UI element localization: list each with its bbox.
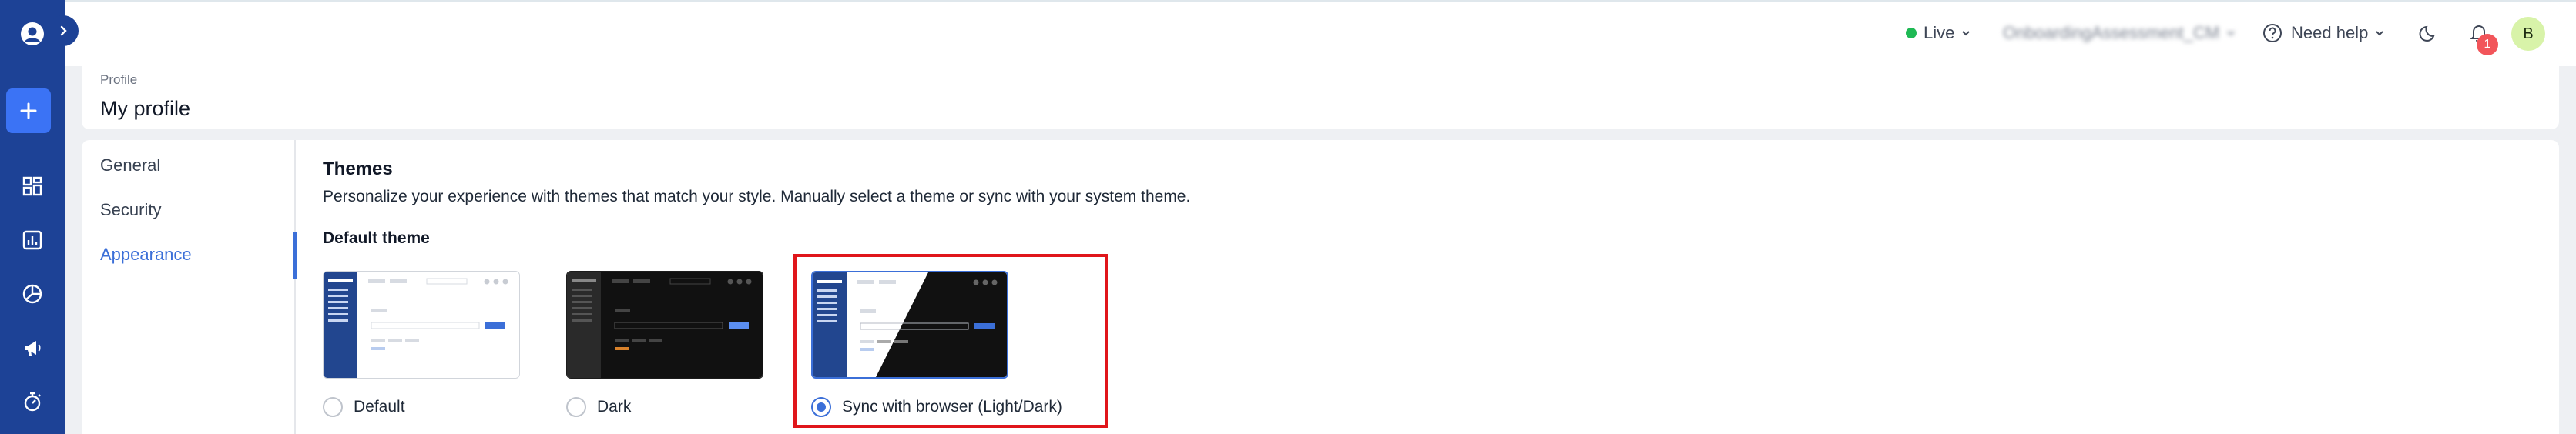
theme-thumbnail-dark[interactable] xyxy=(566,271,763,379)
chevron-down-icon xyxy=(1962,31,1971,36)
stopwatch-icon[interactable] xyxy=(11,380,54,423)
help-icon xyxy=(2263,24,2282,42)
dashboard-icon[interactable] xyxy=(11,165,54,208)
tab-general[interactable]: General xyxy=(100,155,160,175)
environment-selector[interactable]: Live xyxy=(1906,0,1971,66)
dark-mode-toggle[interactable] xyxy=(2419,0,2439,66)
chevron-down-icon xyxy=(2227,31,2235,36)
help-menu[interactable]: Need help xyxy=(2262,0,2385,66)
theme-preview-dark xyxy=(566,271,763,379)
settings-tabs: General Security Appearance xyxy=(82,140,297,434)
tab-security[interactable]: Security xyxy=(100,200,161,220)
section-title: Themes xyxy=(323,159,393,179)
option-label: Dark xyxy=(597,398,632,416)
page-title: My profile xyxy=(100,97,191,120)
theme-thumbnail-default[interactable] xyxy=(323,271,520,379)
settings-panel: General Security Appearance Themes Perso… xyxy=(82,140,2559,434)
live-status-dot xyxy=(1906,28,1917,38)
section-description: Personalize your experience with themes … xyxy=(323,188,1191,205)
option-label: Default xyxy=(354,398,405,416)
reports-icon[interactable] xyxy=(11,219,54,262)
theme-option-default[interactable]: Default xyxy=(323,397,405,417)
radio-default[interactable] xyxy=(323,397,343,417)
breadcrumb[interactable]: Profile xyxy=(100,72,137,88)
megaphone-icon[interactable] xyxy=(11,326,54,369)
notifications-button[interactable] xyxy=(2468,0,2490,66)
help-label: Need help xyxy=(2291,23,2369,42)
avatar[interactable]: B xyxy=(2511,17,2545,51)
default-theme-label: Default theme xyxy=(323,229,430,247)
active-tab-indicator xyxy=(293,232,297,279)
chevron-down-icon xyxy=(2376,31,2384,36)
selection-highlight-box xyxy=(793,254,1108,428)
create-plus-button[interactable] xyxy=(6,88,51,133)
tab-appearance[interactable]: Appearance xyxy=(100,245,192,265)
account-name: OnboardingAssessment_CM xyxy=(2003,23,2220,42)
radio-dark[interactable] xyxy=(566,397,586,417)
theme-preview-light xyxy=(323,271,520,379)
profile-header: Profile My profile xyxy=(82,65,2559,129)
environment-label: Live xyxy=(1924,23,1955,42)
pie-chart-icon[interactable] xyxy=(11,272,54,315)
account-selector[interactable]: OnboardingAssessment_CM xyxy=(2003,0,2236,66)
notification-badge: 1 xyxy=(2477,34,2498,55)
sidebar-expand-button[interactable] xyxy=(48,15,79,46)
theme-option-dark[interactable]: Dark xyxy=(566,397,631,417)
left-rail xyxy=(0,0,65,434)
moon-icon xyxy=(2419,25,2435,42)
